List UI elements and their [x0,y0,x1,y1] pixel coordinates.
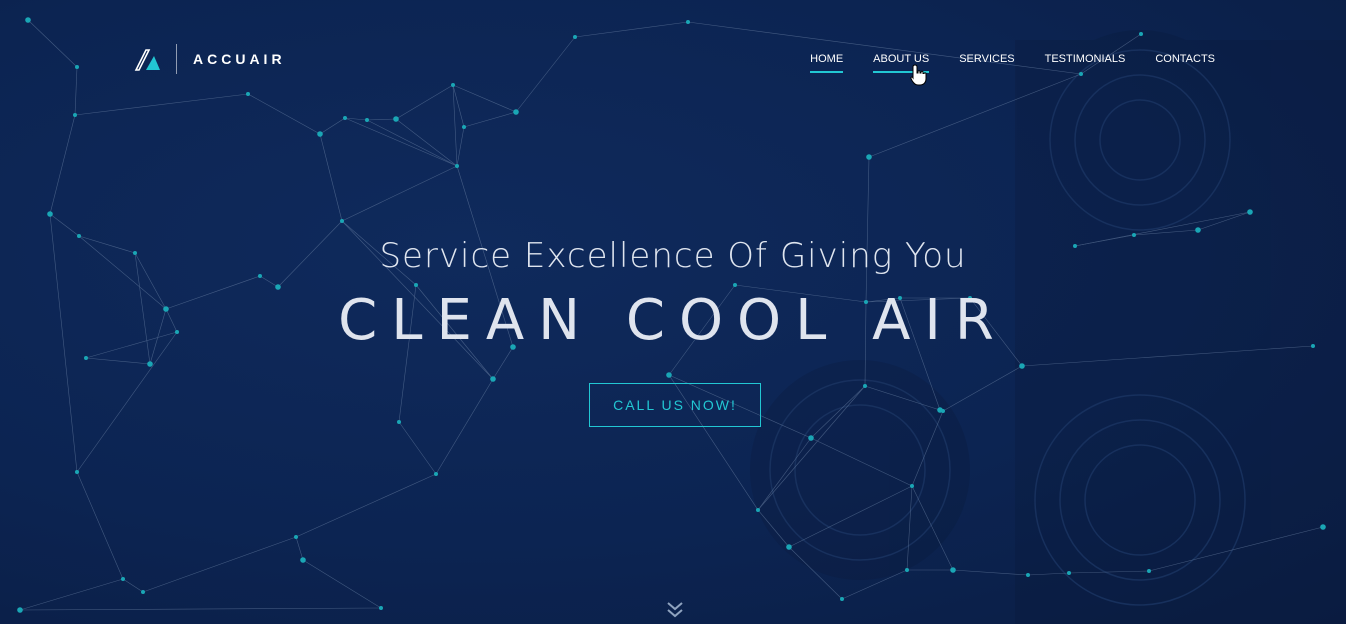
hero: Service Excellence Of Giving You CLEAN C… [0,236,1346,353]
network-node [863,384,867,388]
network-line [27,19,78,68]
network-node [937,407,943,413]
accuair-logo-icon [134,49,160,71]
network-line [435,378,494,475]
network-node [75,65,79,69]
network-line [142,536,297,593]
network-line [76,471,124,580]
network-node [1019,363,1025,369]
network-node [455,164,459,168]
nav-item-contacts[interactable]: CONTACTS [1155,53,1215,73]
network-node [808,435,814,441]
network-line [574,21,689,38]
network-line [49,114,76,215]
nav-item-testimonials[interactable]: TESTIMONIALS [1045,53,1126,73]
network-node [666,372,672,378]
network-node [393,116,399,122]
network-node [686,20,690,24]
network-line [463,111,517,128]
network-line [49,213,80,237]
network-node [1026,573,1030,577]
brand-name: ACCUAIR [193,51,286,67]
network-line [295,536,304,561]
call-us-now-button[interactable]: CALL US NOW! [589,383,761,427]
chevrons-down-icon[interactable] [666,600,684,620]
network-node [75,470,79,474]
network-node [905,568,909,572]
network-node [434,472,438,476]
network-line [456,126,465,167]
network-node [365,118,369,122]
network-node [397,420,401,424]
network-node [340,219,344,223]
network-line [319,133,343,222]
network-line [515,36,576,113]
network-node [1247,209,1253,215]
main-nav: HOME ABOUT US SERVICES TESTIMONIALS CONT… [810,53,1215,73]
network-node [866,154,872,160]
network-node [47,211,53,217]
hero-title: CLEAN COOL AIR [338,288,1008,353]
network-node [1320,524,1326,530]
network-line [74,66,78,116]
network-node [573,35,577,39]
network-node [1195,227,1201,233]
network-line [942,365,1023,412]
network-line [452,84,517,113]
nav-item-home[interactable]: HOME [810,53,844,73]
network-node [147,361,153,367]
network-line [19,607,382,611]
network-node [379,606,383,610]
network-node [84,356,88,360]
network-node [950,567,956,573]
network-node [910,484,914,488]
nav-item-services[interactable]: SERVICES [959,53,1014,73]
network-node [17,607,23,613]
brand-logo[interactable]: ACCUAIR [134,44,286,74]
network-node [840,597,844,601]
network-line [319,117,346,135]
network-line [302,559,382,609]
network-node [343,116,347,120]
network-line [74,93,249,116]
network-node [73,113,77,117]
network-line [295,473,437,538]
network-node [451,83,455,87]
hero-subtitle: Service Excellence Of Giving You [379,236,967,276]
logo-divider [176,44,177,74]
network-node [141,590,145,594]
network-node [786,544,792,550]
network-node [1147,569,1151,573]
network-line [19,578,124,611]
network-line [366,119,458,167]
network-node [25,17,31,23]
network-line [247,93,321,135]
network-line [395,118,458,167]
network-line [341,165,458,222]
network-line [395,84,454,120]
network-line [366,118,397,121]
network-line [122,578,144,593]
network-node [462,125,466,129]
network-node [246,92,250,96]
network-node [513,109,519,115]
network-node [756,508,760,512]
network-node [317,131,323,137]
network-node [490,376,496,382]
network-line [85,357,151,365]
network-line [76,331,178,473]
network-node [294,535,298,539]
network-node [300,557,306,563]
network-line [398,421,437,475]
hand-pointer-icon [910,64,927,86]
network-line [344,117,458,167]
network-node [121,577,125,581]
network-node [1067,571,1071,575]
network-node [1139,32,1143,36]
